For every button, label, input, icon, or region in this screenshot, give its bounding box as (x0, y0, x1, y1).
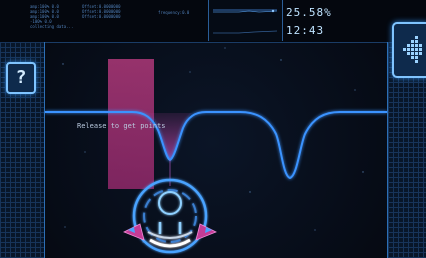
oscilloscope-trace-icon (213, 9, 278, 34)
launcher-cannon[interactable] (120, 170, 220, 258)
stats-offset-readout: Offset:0.0000000 Offset:0.0000000 Offset… (82, 4, 121, 19)
mini-oscilloscope (208, 0, 283, 41)
completion-percent: 25.58% (286, 6, 332, 19)
help-button[interactable]: ? (6, 62, 36, 94)
stats-left-readout: amp:100% 0.0 amp:100% 0.0 amp:100% 0.0 -… (30, 4, 74, 29)
top-hud: amp:100% 0.0 amp:100% 0.0 amp:100% 0.0 -… (0, 0, 426, 43)
frequency-readout: frequency:0.0 (158, 10, 190, 15)
back-button[interactable] (392, 22, 426, 78)
game-screen: amp:100% 0.0 amp:100% 0.0 amp:100% 0.0 -… (0, 0, 426, 258)
circular-launcher-icon (123, 178, 217, 254)
timer-readout: 12:43 (286, 24, 325, 37)
chevron-left-arrow-icon (403, 36, 422, 63)
hint-text: Release to get points (77, 122, 166, 130)
